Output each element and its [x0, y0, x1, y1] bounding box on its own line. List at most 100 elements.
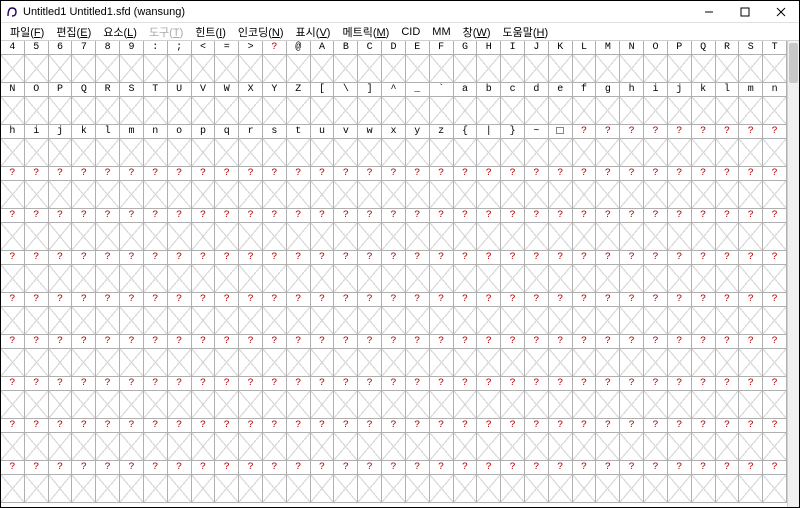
glyph-cell[interactable] [1, 391, 25, 419]
glyph-cell[interactable] [620, 139, 644, 167]
glyph-cell[interactable] [263, 181, 287, 209]
glyph-cell[interactable] [358, 181, 382, 209]
glyph-cell[interactable] [739, 349, 763, 377]
glyph-cell[interactable] [620, 391, 644, 419]
glyph-cell[interactable] [358, 391, 382, 419]
glyph-cell[interactable] [239, 475, 263, 503]
glyph-cell[interactable] [620, 349, 644, 377]
glyph-cell[interactable] [382, 391, 406, 419]
glyph-cell[interactable] [501, 475, 525, 503]
glyph-cell[interactable] [263, 223, 287, 251]
glyph-cell[interactable] [72, 139, 96, 167]
glyph-cell[interactable] [739, 307, 763, 335]
glyph-cell[interactable] [716, 181, 740, 209]
glyph-cell[interactable] [430, 307, 454, 335]
glyph-cell[interactable] [25, 97, 49, 125]
glyph-cell[interactable] [716, 139, 740, 167]
glyph-cell[interactable] [144, 55, 168, 83]
glyph-cell[interactable] [311, 433, 335, 461]
glyph-cell[interactable] [120, 391, 144, 419]
glyph-cell[interactable] [144, 223, 168, 251]
menu-item-5[interactable]: 인코딩(N) [233, 23, 289, 41]
glyph-cell[interactable] [25, 433, 49, 461]
glyph-cell[interactable] [525, 307, 549, 335]
glyph-cell[interactable] [144, 475, 168, 503]
glyph-cell[interactable] [287, 55, 311, 83]
glyph-cell[interactable] [692, 223, 716, 251]
glyph-cell[interactable] [525, 475, 549, 503]
glyph-cell[interactable] [334, 307, 358, 335]
glyph-cell[interactable] [549, 139, 573, 167]
glyph-cell[interactable] [96, 223, 120, 251]
glyph-cell[interactable] [406, 307, 430, 335]
glyph-cell[interactable] [501, 349, 525, 377]
glyph-cell[interactable] [549, 307, 573, 335]
scroll-thumb[interactable] [789, 43, 798, 83]
glyph-cell[interactable] [644, 349, 668, 377]
glyph-cell[interactable] [358, 55, 382, 83]
glyph-cell[interactable] [382, 55, 406, 83]
glyph-cell[interactable] [430, 265, 454, 293]
glyph-cell[interactable] [49, 265, 73, 293]
glyph-cell[interactable] [96, 139, 120, 167]
glyph-cell[interactable] [406, 475, 430, 503]
glyph-cell[interactable] [287, 265, 311, 293]
glyph-cell[interactable] [72, 55, 96, 83]
glyph-cell[interactable] [263, 307, 287, 335]
glyph-cell[interactable] [668, 265, 692, 293]
glyph-cell[interactable] [311, 475, 335, 503]
glyph-cell[interactable] [120, 433, 144, 461]
glyph-cell[interactable] [692, 391, 716, 419]
glyph-cell[interactable] [382, 307, 406, 335]
glyph-cell[interactable] [573, 55, 597, 83]
glyph-cell[interactable] [620, 433, 644, 461]
glyph-cell[interactable] [692, 433, 716, 461]
glyph-cell[interactable] [239, 349, 263, 377]
glyph-cell[interactable] [763, 223, 787, 251]
glyph-cell[interactable] [430, 349, 454, 377]
glyph-cell[interactable] [644, 139, 668, 167]
glyph-cell[interactable] [668, 97, 692, 125]
glyph-cell[interactable] [1, 307, 25, 335]
glyph-cell[interactable] [49, 181, 73, 209]
glyph-cell[interactable] [549, 475, 573, 503]
glyph-cell[interactable] [596, 349, 620, 377]
glyph-cell[interactable] [644, 433, 668, 461]
glyph-cell[interactable] [334, 223, 358, 251]
glyph-cell[interactable] [668, 55, 692, 83]
glyph-cell[interactable] [501, 223, 525, 251]
glyph-cell[interactable] [763, 265, 787, 293]
menu-item-9[interactable]: MM [427, 25, 455, 39]
glyph-cell[interactable] [692, 181, 716, 209]
glyph-cell[interactable] [454, 307, 478, 335]
glyph-cell[interactable] [168, 391, 192, 419]
glyph-cell[interactable] [406, 265, 430, 293]
glyph-cell[interactable] [311, 97, 335, 125]
glyph-cell[interactable] [215, 223, 239, 251]
glyph-cell[interactable] [477, 139, 501, 167]
glyph-cell[interactable] [239, 181, 263, 209]
glyph-cell[interactable] [739, 265, 763, 293]
glyph-cell[interactable] [1, 223, 25, 251]
glyph-cell[interactable] [358, 139, 382, 167]
menu-item-6[interactable]: 표시(V) [291, 23, 336, 41]
glyph-cell[interactable] [620, 181, 644, 209]
glyph-cell[interactable] [215, 433, 239, 461]
glyph-cell[interactable] [49, 349, 73, 377]
close-button[interactable] [763, 1, 799, 23]
glyph-cell[interactable] [501, 181, 525, 209]
glyph-cell[interactable] [1, 97, 25, 125]
glyph-cell[interactable] [668, 307, 692, 335]
glyph-cell[interactable] [430, 433, 454, 461]
glyph-cell[interactable] [287, 475, 311, 503]
glyph-cell[interactable] [358, 265, 382, 293]
glyph-cell[interactable] [549, 55, 573, 83]
glyph-cell[interactable] [96, 55, 120, 83]
glyph-cell[interactable] [763, 97, 787, 125]
glyph-cell[interactable] [239, 139, 263, 167]
menu-item-2[interactable]: 요소(L) [98, 23, 142, 41]
glyph-cell[interactable] [692, 97, 716, 125]
glyph-cell[interactable] [49, 391, 73, 419]
glyph-cell[interactable] [1, 433, 25, 461]
glyph-cell[interactable] [72, 223, 96, 251]
